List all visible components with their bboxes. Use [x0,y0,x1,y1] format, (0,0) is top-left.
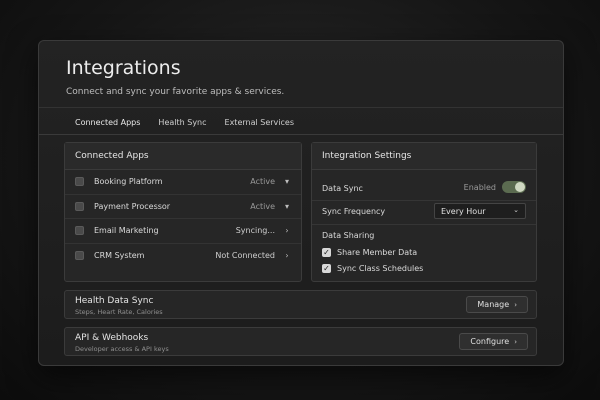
configure-button[interactable]: Configure › [459,333,528,350]
api-webhooks-subtitle: Developer access & API keys [75,345,169,353]
card-icon [75,201,84,211]
health-data-sync-card: Health Data Sync Steps, Heart Rate, Calo… [64,290,537,319]
api-webhooks-title: API & Webhooks [75,333,149,343]
share-member-data-checkbox[interactable]: ✓ [322,248,331,257]
settings-divider [312,200,536,201]
chevron-down-icon[interactable]: ▾ [283,202,291,211]
tab-underline-divider [39,134,563,135]
manage-button[interactable]: Manage › [466,296,528,313]
health-data-sync-title: Health Data Sync [75,296,154,306]
sync-frequency-value: Every Hour [441,207,486,216]
chevron-right-icon: › [514,337,517,346]
database-icon [75,251,84,261]
calendar-icon [75,177,84,187]
app-status: Syncing... [235,226,275,236]
sync-frequency-row: Sync Frequency Every Hour ⌄ [322,203,526,219]
sync-class-schedules-checkbox[interactable]: ✓ [322,264,331,273]
header-divider [39,107,563,108]
app-status: Active [250,201,275,211]
tab-external-services[interactable]: External Services [216,113,303,135]
data-sync-row: Data Sync Enabled [322,181,526,193]
tab-connected-apps[interactable]: Connected Apps [66,113,150,135]
toggle-knob [515,182,525,192]
chevron-down-icon[interactable]: ▾ [283,177,291,186]
page-subtitle: Connect and sync your favorite apps & se… [66,87,285,97]
data-sharing-heading: Data Sharing [322,231,375,240]
chevron-right-icon[interactable]: › [283,226,291,235]
manage-button-label: Manage [477,300,510,309]
data-sync-toggle[interactable] [502,181,526,193]
share-member-data-label: Share Member Data [337,248,418,257]
settings-divider [312,224,536,225]
chevron-right-icon[interactable]: › [283,251,291,260]
app-status: Not Connected [215,251,275,261]
api-webhooks-card: API & Webhooks Developer access & API ke… [64,327,537,356]
connected-apps-heading: Connected Apps [65,143,301,170]
data-sync-state: Enabled [463,182,496,192]
app-row-payment-processor[interactable]: Payment Processor Active ▾ [65,195,301,219]
health-data-sync-subtitle: Steps, Heart Rate, Calories [75,308,163,316]
data-sync-label: Data Sync [322,184,363,193]
tab-bar: Connected Apps Health Sync External Serv… [66,113,303,135]
app-status: Active [250,177,275,187]
app-row-email-marketing[interactable]: Email Marketing Syncing... › [65,219,301,244]
sync-frequency-label: Sync Frequency [322,207,386,216]
integrations-window: Integrations Connect and sync your favor… [38,40,564,366]
app-name: Booking Platform [94,177,163,187]
share-member-data-row[interactable]: ✓ Share Member Data [322,248,417,257]
app-name: Payment Processor [94,201,171,211]
configure-button-label: Configure [470,337,510,346]
connected-apps-panel: Connected Apps Booking Platform Active ▾… [64,142,302,282]
chevron-right-icon: › [514,300,517,309]
app-name: CRM System [94,251,145,261]
page-title: Integrations [66,57,181,79]
chevron-down-icon: ⌄ [513,206,519,214]
data-sync-control: Enabled [464,181,526,193]
sync-class-schedules-label: Sync Class Schedules [337,264,424,273]
app-row-crm-system[interactable]: CRM System Not Connected › [65,244,301,269]
integration-settings-panel: Integration Settings Data Sync Enabled S… [311,142,537,282]
app-row-booking-platform[interactable]: Booking Platform Active ▾ [65,170,301,195]
integration-settings-heading: Integration Settings [312,143,536,170]
sync-frequency-select[interactable]: Every Hour ⌄ [434,203,526,219]
tab-health-sync[interactable]: Health Sync [149,113,215,135]
sync-class-schedules-row[interactable]: ✓ Sync Class Schedules [322,264,423,273]
app-name: Email Marketing [94,226,159,236]
mail-icon [75,226,84,236]
